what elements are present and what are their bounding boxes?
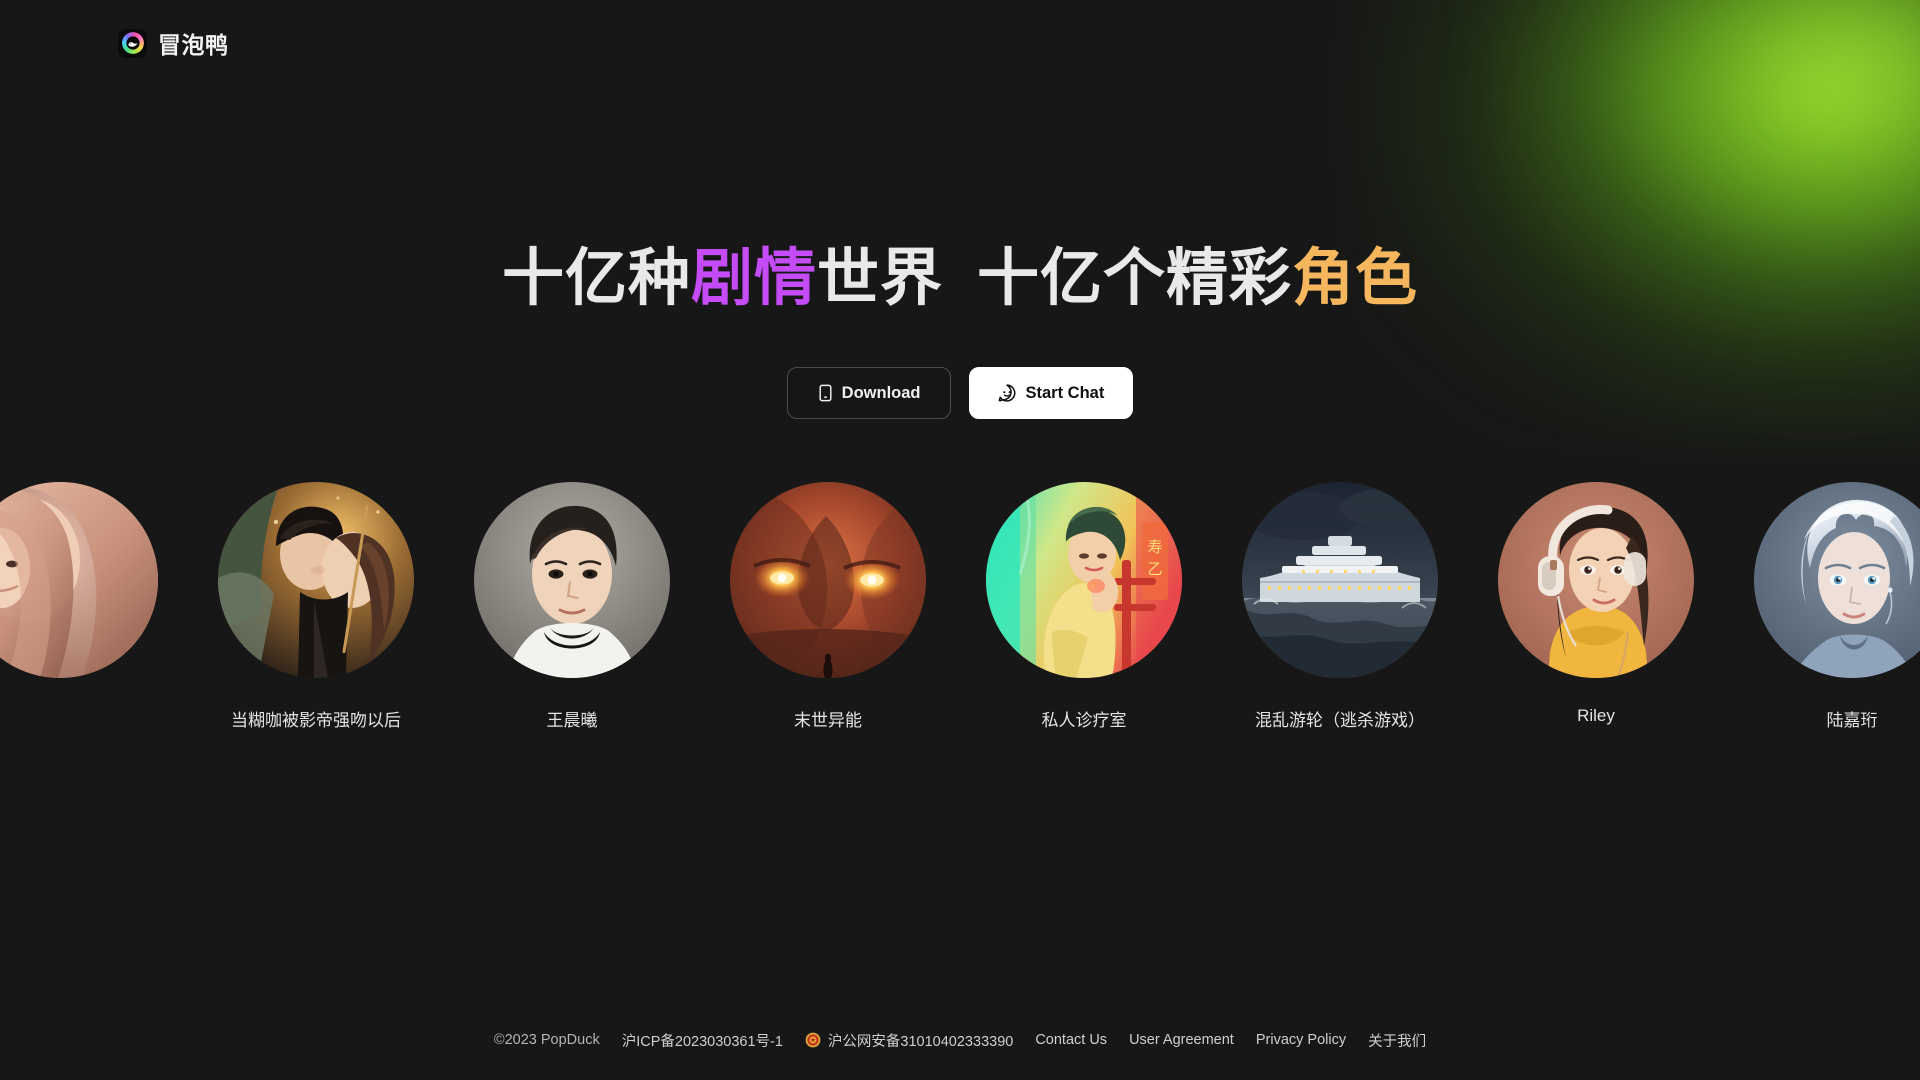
carousel-item-0[interactable]: [0, 482, 188, 706]
carousel-item-1[interactable]: 当糊咖被影帝强吻以后: [188, 482, 444, 731]
carousel-item-label: 末世异能: [794, 711, 862, 730]
mobile-phone-icon: [819, 384, 832, 402]
headline-part-1: 剧情: [690, 241, 817, 314]
avatar: [730, 482, 926, 678]
headline-part-2: 世界: [816, 241, 943, 314]
avatar: [1754, 482, 1920, 678]
svg-text:寿: 寿: [1147, 538, 1162, 556]
carousel-item-4[interactable]: 寿 乙 私人诊疗室: [956, 482, 1212, 731]
character-carousel[interactable]: 当糊咖被影帝强吻以后 王晨曦 末世异能 寿 乙 私人诊疗室 混乱游轮（逃杀游戏）…: [0, 482, 1920, 812]
carousel-item-6[interactable]: Riley: [1468, 482, 1724, 726]
svg-text:乙: 乙: [1147, 560, 1162, 578]
footer-link-privacy-policy[interactable]: Privacy Policy: [1256, 1032, 1346, 1048]
carousel-item-label: 私人诊疗室: [1041, 711, 1127, 730]
start-chat-button[interactable]: Start Chat: [969, 367, 1134, 420]
avatar: 寿 乙: [986, 482, 1182, 678]
police-badge-icon: [805, 1032, 821, 1048]
brand-logo[interactable]: 冒泡鸭: [118, 26, 229, 60]
page-title: 十亿种剧情世界 十亿个精彩角色: [502, 242, 1418, 313]
carousel-item-2[interactable]: 王晨曦: [444, 482, 700, 731]
carousel-item-label: Riley: [1577, 706, 1615, 725]
carousel-item-label: 混乱游轮（逃杀游戏）: [1255, 711, 1425, 730]
duck-ring-logo-icon: [118, 28, 147, 58]
footer-link-about-us[interactable]: 关于我们: [1368, 1030, 1426, 1051]
carousel-track[interactable]: 当糊咖被影帝强吻以后 王晨曦 末世异能 寿 乙 私人诊疗室 混乱游轮（逃杀游戏）…: [0, 482, 1920, 731]
carousel-item-7[interactable]: 陆嘉珩: [1724, 482, 1920, 731]
icp-license-link[interactable]: 沪ICP备2023030361号-1: [622, 1030, 783, 1051]
couple-kiss-umbrella-art: [218, 482, 414, 678]
police-beian-text[interactable]: 沪公网安备31010402333390: [828, 1030, 1013, 1051]
carousel-item-label: 陆嘉珩: [1826, 711, 1878, 730]
avatar: [474, 482, 670, 678]
landing-page: 冒泡鸭 十亿种剧情世界 十亿个精彩角色 Download Start Chat …: [0, 0, 1920, 1080]
chat-bubble-icon: [999, 384, 1016, 402]
girl-headphones-art: [1498, 482, 1694, 678]
avatar: [1242, 482, 1438, 678]
carousel-item-3[interactable]: 末世异能: [700, 482, 956, 731]
glowing-eyes-face-art: [730, 482, 926, 678]
site-footer: ©2023 PopDuck 沪ICP备2023030361号-1 沪公网安备31…: [0, 1000, 1920, 1080]
brand-name: 冒泡鸭: [158, 32, 229, 58]
silver-hair-boy-art: [1754, 482, 1920, 678]
start-chat-button-label: Start Chat: [1025, 383, 1105, 402]
neon-room-woman-art: 寿 乙: [986, 482, 1182, 678]
avatar: [0, 482, 158, 678]
avatar: [218, 482, 414, 678]
footer-link-contact-us[interactable]: Contact Us: [1035, 1032, 1107, 1048]
download-button-label: Download: [841, 383, 921, 402]
hero-section: 冒泡鸭 十亿种剧情世界 十亿个精彩角色 Download Start Chat: [0, 0, 1920, 482]
woman-pink-hair-art: [0, 482, 158, 678]
young-man-portrait-art: [474, 482, 670, 678]
avatar: [1498, 482, 1694, 678]
download-button[interactable]: Download: [786, 367, 952, 420]
police-beian-link[interactable]: 沪公网安备31010402333390: [805, 1030, 1013, 1051]
headline-part-4: 角色: [1292, 241, 1419, 314]
footer-link-user-agreement[interactable]: User Agreement: [1129, 1032, 1234, 1048]
carousel-item-label: 王晨曦: [546, 711, 598, 730]
headline-part-3: 十亿个精彩: [977, 241, 1293, 314]
carousel-item-5[interactable]: 混乱游轮（逃杀游戏）: [1212, 482, 1468, 731]
headline-part-0: 十亿种: [501, 241, 691, 314]
cruise-ship-storm-art: [1242, 482, 1438, 678]
site-header: 冒泡鸭: [0, 0, 1920, 86]
cta-button-row: Download Start Chat: [786, 367, 1134, 420]
carousel-item-label: 当糊咖被影帝强吻以后: [231, 711, 401, 730]
copyright-text: ©2023 PopDuck: [493, 1032, 600, 1048]
